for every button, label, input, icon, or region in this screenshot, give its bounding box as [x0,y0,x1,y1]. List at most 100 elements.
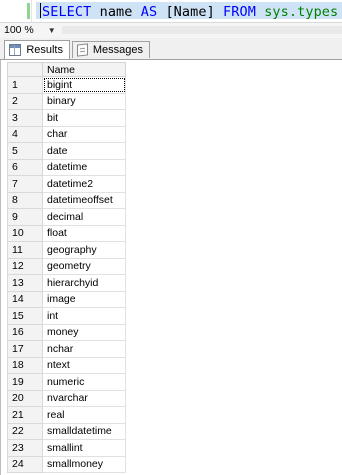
table-row[interactable]: 21 real [7,406,126,424]
row-number[interactable]: 24 [7,455,43,473]
column-alias: [Name] [157,4,224,20]
cell-name[interactable]: binary [42,92,126,110]
cell-name[interactable]: money [42,323,126,341]
row-number[interactable]: 15 [7,307,43,325]
chevron-down-icon[interactable]: ▼ [48,23,56,38]
row-number[interactable]: 13 [7,274,43,292]
cell-name[interactable]: ntext [42,356,126,374]
tab-results[interactable]: Results [4,40,70,59]
tab-messages[interactable]: Messages [72,41,150,58]
cell-name[interactable]: smallint [42,439,126,457]
row-number-header[interactable] [7,62,43,77]
cell-name[interactable]: bit [42,109,126,127]
table-row[interactable]: 3 bit [7,109,126,127]
row-number[interactable]: 23 [7,439,43,457]
cell-name[interactable]: int [42,307,126,325]
cell-name[interactable]: nchar [42,340,126,358]
table-name: sys.types [264,4,339,20]
table-row[interactable]: 1 bigint [7,76,126,94]
zoom-value: 100 % [4,24,34,36]
keyword-select: SELECT [42,4,92,20]
cell-name[interactable]: numeric [42,373,126,391]
cell-name[interactable]: real [42,406,126,424]
column-header-name[interactable]: Name [42,62,126,77]
row-number[interactable]: 5 [7,142,43,160]
cell-name[interactable]: float [42,224,126,242]
table-row[interactable]: 11 geography [7,241,126,259]
cell-name[interactable]: datetime [42,158,126,176]
cell-name[interactable]: hierarchyid [42,274,126,292]
row-number[interactable]: 20 [7,389,43,407]
table-row[interactable]: 20 nvarchar [7,389,126,407]
cell-name[interactable]: nvarchar [42,389,126,407]
table-row[interactable]: 10 float [7,224,126,242]
keyword-as: AS [140,4,158,20]
table-row[interactable]: 22 smalldatetime [7,422,126,440]
row-number[interactable]: 17 [7,340,43,358]
row-number[interactable]: 2 [7,92,43,110]
table-row[interactable]: 4 char [7,125,126,143]
row-number[interactable]: 14 [7,290,43,308]
query-space [256,4,264,20]
table-row[interactable]: 2 binary [7,92,126,110]
results-grid[interactable]: Name 1 bigint 2 binary 3 bit 4 char 5 date 6 dateti… [0,60,342,475]
cell-name[interactable]: image [42,290,126,308]
results-table: Name 1 bigint 2 binary 3 bit 4 char 5 date 6 dateti… [7,62,126,473]
table-row[interactable]: 16 money [7,323,126,341]
cell-name[interactable]: smalldatetime [42,422,126,440]
cell-name[interactable]: datetimeoffset [42,191,126,209]
row-number[interactable]: 22 [7,422,43,440]
row-number[interactable]: 8 [7,191,43,209]
cell-name[interactable]: decimal [42,208,126,226]
table-row[interactable]: 15 int [7,307,126,325]
messages-icon [77,43,88,57]
change-marker [27,3,30,19]
row-number[interactable]: 21 [7,406,43,424]
text-caret [40,3,41,18]
row-number[interactable]: 12 [7,257,43,275]
tab-results-label: Results [26,44,63,56]
table-row[interactable]: 18 ntext [7,356,126,374]
cell-name[interactable]: datetime2 [42,175,126,193]
table-row[interactable]: 9 decimal [7,208,126,226]
table-row[interactable]: 6 datetime [7,158,126,176]
row-number[interactable]: 16 [7,323,43,341]
query-editor[interactable]: SELECT name AS [Name] FROM sys.types [0,0,342,23]
row-number[interactable]: 9 [7,208,43,226]
row-number[interactable]: 3 [7,109,43,127]
table-row[interactable]: 23 smallint [7,439,126,457]
cell-name[interactable]: date [42,142,126,160]
cell-name[interactable]: geography [42,241,126,259]
table-row[interactable]: 8 datetimeoffset [7,191,126,209]
table-row[interactable]: 7 datetime2 [7,175,126,193]
tab-messages-label: Messages [92,44,143,56]
cell-name[interactable]: geometry [42,257,126,275]
row-number[interactable]: 19 [7,373,43,391]
table-row[interactable]: 24 smallmoney [7,455,126,473]
cell-name[interactable]: smallmoney [42,455,126,473]
query-text[interactable]: SELECT name AS [Name] FROM sys.types [40,3,338,20]
table-row[interactable]: 13 hierarchyid [7,274,126,292]
grid-icon [9,44,22,56]
row-number[interactable]: 6 [7,158,43,176]
row-number[interactable]: 4 [7,125,43,143]
row-number[interactable]: 11 [7,241,43,259]
horizontal-scrollbar[interactable] [62,26,342,34]
row-number[interactable]: 18 [7,356,43,374]
table-row[interactable]: 14 image [7,290,126,308]
keyword-from: FROM [223,4,256,20]
zoom-dropdown[interactable]: 100 % ▼ [4,23,62,38]
row-number[interactable]: 10 [7,224,43,242]
row-number[interactable]: 7 [7,175,43,193]
cell-name[interactable]: char [42,125,126,143]
column-name: name [91,4,141,20]
cell-name[interactable]: bigint [42,76,126,94]
table-row[interactable]: 12 geometry [7,257,126,275]
editor-margin [0,0,32,22]
table-row[interactable]: 5 date [7,142,126,160]
table-row[interactable]: 17 nchar [7,340,126,358]
zoom-bar: 100 % ▼ [0,23,342,38]
row-number[interactable]: 1 [7,76,43,94]
table-row[interactable]: 19 numeric [7,373,126,391]
results-tab-strip: Results Messages [0,38,342,60]
